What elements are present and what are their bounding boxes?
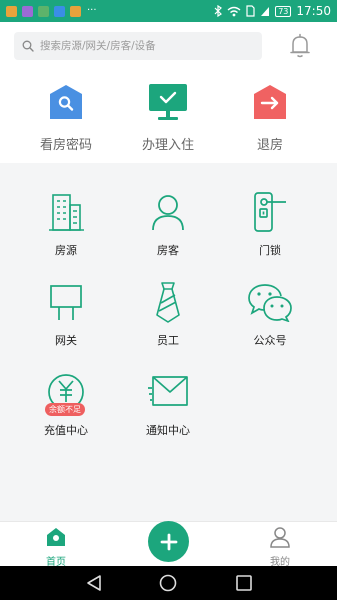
quick-action-view-password[interactable]: 看房密码 — [16, 82, 116, 153]
battery-level: 73 — [275, 5, 292, 17]
person-icon — [118, 191, 218, 233]
grid-item-guests[interactable]: 房客 — [118, 191, 218, 258]
search-bar[interactable] — [14, 32, 262, 60]
signal-icon — [261, 6, 270, 16]
wechat-icon — [220, 281, 320, 323]
tab-home[interactable]: 首页 — [26, 526, 86, 568]
grid-item-staff[interactable]: 员工 — [118, 281, 218, 348]
system-indicators: 73 17:50 — [214, 4, 331, 18]
quick-action-label: 办理入住 — [141, 138, 194, 153]
grid-item-label: 充值中心 — [44, 424, 88, 437]
sim-card-icon — [246, 5, 255, 17]
app-notification-icon — [6, 5, 17, 17]
house-exit-icon — [220, 82, 320, 122]
tab-me[interactable]: 我的 — [250, 526, 310, 568]
system-navigation-bar — [0, 566, 337, 600]
grid-item-label: 门锁 — [259, 244, 281, 257]
quick-action-check-in[interactable]: 办理入住 — [118, 82, 218, 153]
quick-action-check-out[interactable]: 退房 — [220, 82, 320, 153]
telegram-icon — [54, 5, 65, 17]
quick-action-label: 退房 — [256, 138, 283, 153]
home-circle-icon[interactable] — [159, 574, 177, 592]
home-icon — [47, 528, 65, 546]
grid-item-label: 网关 — [55, 334, 77, 347]
app-notification-icon — [22, 5, 33, 17]
clock: 17:50 — [296, 4, 331, 18]
door-lock-icon — [220, 191, 320, 233]
monitor-check-icon — [118, 82, 218, 122]
grid-item-label: 通知中心 — [146, 424, 190, 437]
user-icon — [270, 527, 290, 548]
grid-item-recharge-center[interactable]: 余额不足 充值中心 — [16, 371, 116, 438]
back-icon[interactable] — [85, 574, 103, 592]
grid-item-official-account[interactable]: 公众号 — [220, 281, 320, 348]
grid-item-door-lock[interactable]: 门锁 — [220, 191, 320, 258]
plus-icon — [160, 533, 177, 550]
app-notification-icon — [38, 5, 49, 17]
low-balance-badge: 余额不足 — [45, 403, 85, 416]
grid-item-label: 员工 — [157, 334, 179, 347]
envelope-icon — [118, 371, 218, 413]
status-bar: ··· 73 17:50 — [0, 0, 337, 22]
grid-item-label: 房客 — [157, 244, 179, 257]
bottom-tab-bar: 首页 我的 — [0, 521, 337, 568]
recents-icon[interactable] — [235, 574, 253, 592]
yen-coin-icon: 余额不足 — [16, 371, 116, 416]
search-input[interactable] — [40, 40, 250, 52]
music-notification-icon — [70, 5, 81, 17]
grid-item-gateway[interactable]: 网关 — [16, 281, 116, 348]
grid-item-rooms[interactable]: 房源 — [16, 191, 116, 258]
function-grid: 房源 房客 门锁 网关 员工 公众号 余额不足 充值中心 通知中心 — [0, 163, 337, 521]
header — [0, 22, 337, 70]
building-icon — [16, 191, 116, 233]
add-button[interactable] — [148, 521, 189, 562]
grid-item-label: 公众号 — [253, 334, 287, 347]
gateway-icon — [16, 281, 116, 323]
wifi-icon — [227, 6, 241, 16]
search-icon — [22, 40, 34, 52]
grid-item-notification-center[interactable]: 通知中心 — [118, 371, 218, 438]
bluetooth-icon — [214, 5, 223, 17]
notification-icons: ··· — [6, 5, 97, 17]
quick-action-label: 看房密码 — [39, 138, 92, 153]
notification-bell-icon[interactable] — [288, 32, 312, 60]
house-search-icon — [16, 82, 116, 122]
quick-actions: 看房密码 办理入住 退房 — [0, 70, 337, 163]
grid-item-label: 房源 — [55, 244, 77, 257]
overflow-dots: ··· — [87, 5, 97, 16]
staff-tie-icon — [118, 281, 218, 323]
